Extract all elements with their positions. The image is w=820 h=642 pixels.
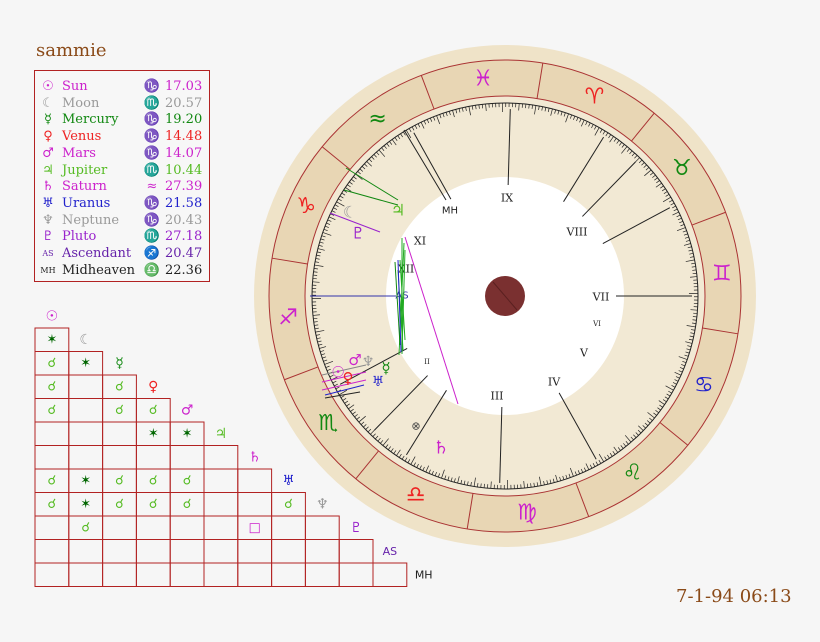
degree-tick [528,104,530,109]
house-number: III [490,390,503,403]
venus-icon: ♀ [343,369,354,387]
house-number: IX [501,192,513,205]
sign-icon: ♉ [672,156,692,181]
sign-icon: ♈ [585,85,605,110]
part-of-fortune-icon: ⊗ [411,420,420,433]
saturn-icon: ♄ [433,438,449,459]
pluto-icon: ♇ [351,224,365,243]
chart-wheel: ♎♍♌♋♊♉♈♓≈♑♐♏IXVIIIVIIVIVIVIIIIIXIIXIASMH… [254,45,756,547]
house-number: XI [414,235,426,248]
uranus-icon: ♅ [372,374,385,390]
degree-tick [480,483,482,488]
house-number: IV [548,376,561,389]
mars-icon: ♂ [348,351,361,369]
chart-date: 7-1-94 06:13 [676,586,792,607]
sign-icon: ♐ [278,305,298,330]
house-number: VIII [566,226,588,239]
sign-icon: ♓ [473,67,493,92]
house-number: VI [592,320,601,328]
midheaven-label: MH [442,206,458,217]
sign-icon: ≈ [368,107,386,132]
house-number: VII [592,291,610,304]
sign-icon: ♋ [694,373,714,398]
house-number: V [579,347,589,360]
degree-tick [313,271,318,273]
sign-icon: ♊ [712,262,732,287]
sign-icon: ♑ [296,194,316,219]
moon-icon: ☾ [343,203,357,222]
house-number: II [424,358,430,366]
degree-tick [692,319,697,321]
neptune-icon: ♆ [362,354,375,370]
sign-icon: ♍ [517,500,537,525]
sign-icon: ♎ [406,482,426,507]
sign-icon: ♌ [623,460,643,485]
sign-icon: ♏ [318,411,338,436]
jupiter-icon: ♃ [391,201,405,220]
